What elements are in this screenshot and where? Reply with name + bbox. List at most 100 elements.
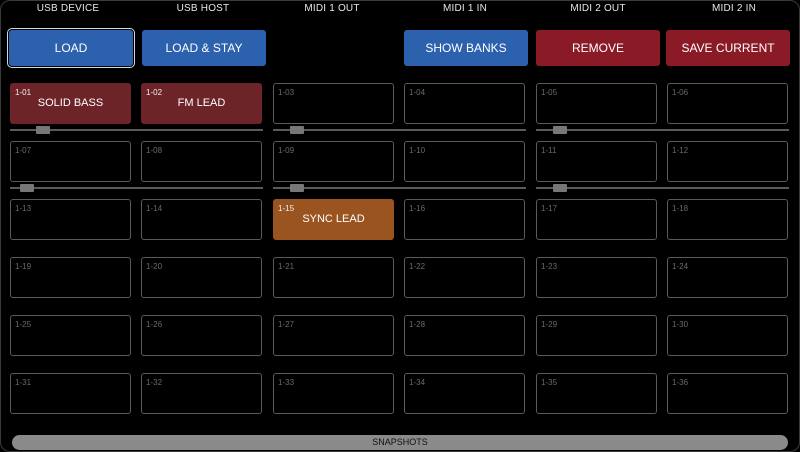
snapshot-slot-1-36[interactable]: 1-36 bbox=[667, 373, 788, 414]
snapshots-bar[interactable]: SNAPSHOTS bbox=[12, 435, 788, 450]
snapshot-slot-1-30[interactable]: 1-30 bbox=[667, 315, 788, 356]
slot-number: 1-18 bbox=[672, 204, 689, 213]
snapshot-slot-1-23[interactable]: 1-23 bbox=[536, 257, 657, 298]
slot-number: 1-24 bbox=[672, 262, 689, 271]
slot-number: 1-36 bbox=[672, 378, 689, 387]
slider-track bbox=[273, 187, 526, 189]
slider-thumb[interactable] bbox=[553, 126, 567, 134]
port-label-midi-2-out: MIDI 2 OUT bbox=[570, 3, 626, 14]
slot-name: FM LEAD bbox=[177, 97, 226, 109]
snapshot-slot-1-31[interactable]: 1-31 bbox=[10, 373, 131, 414]
port-label-midi-1-in: MIDI 1 IN bbox=[442, 3, 488, 14]
snapshot-slot-1-26[interactable]: 1-26 bbox=[141, 315, 262, 356]
slot-number: 1-08 bbox=[146, 146, 163, 155]
show-banks-button[interactable]: SHOW BANKS bbox=[404, 30, 528, 66]
snapshot-slot-1-20[interactable]: 1-20 bbox=[141, 257, 262, 298]
slot-number: 1-07 bbox=[15, 146, 32, 155]
snapshot-slot-1-06[interactable]: 1-06 bbox=[667, 83, 788, 124]
level-slider[interactable] bbox=[273, 183, 526, 193]
snapshot-slot-1-07[interactable]: 1-07 bbox=[10, 141, 131, 182]
snapshot-slot-1-10[interactable]: 1-10 bbox=[404, 141, 525, 182]
level-slider[interactable] bbox=[536, 125, 789, 135]
snapshot-slot-1-11[interactable]: 1-11 bbox=[536, 141, 657, 182]
port-label-midi-2-in: MIDI 2 IN bbox=[711, 3, 757, 14]
snapshot-slot-1-25[interactable]: 1-25 bbox=[10, 315, 131, 356]
snapshot-slot-1-32[interactable]: 1-32 bbox=[141, 373, 262, 414]
slot-number: 1-13 bbox=[15, 204, 32, 213]
snapshot-slot-1-18[interactable]: 1-18 bbox=[667, 199, 788, 240]
snapshot-slot-1-16[interactable]: 1-16 bbox=[404, 199, 525, 240]
slot-number: 1-27 bbox=[278, 320, 295, 329]
snapshot-slot-1-05[interactable]: 1-05 bbox=[536, 83, 657, 124]
slot-number: 1-19 bbox=[15, 262, 32, 271]
slot-number: 1-09 bbox=[278, 146, 295, 155]
slot-number: 1-21 bbox=[278, 262, 295, 271]
snapshot-slot-1-08[interactable]: 1-08 bbox=[141, 141, 262, 182]
snapshot-slot-1-04[interactable]: 1-04 bbox=[404, 83, 525, 124]
snapshot-slot-1-28[interactable]: 1-28 bbox=[404, 315, 525, 356]
slot-number: 1-06 bbox=[672, 88, 689, 97]
snapshot-slot-1-22[interactable]: 1-22 bbox=[404, 257, 525, 298]
snapshot-slot-1-19[interactable]: 1-19 bbox=[10, 257, 131, 298]
slot-number: 1-33 bbox=[278, 378, 295, 387]
slider-track bbox=[10, 187, 263, 189]
load-button[interactable]: LOAD bbox=[9, 30, 133, 66]
port-header: USB DEVICE USB HOST MIDI 1 OUT MIDI 1 IN… bbox=[0, 3, 800, 17]
slot-number: 1-35 bbox=[541, 378, 558, 387]
slot-number: 1-10 bbox=[409, 146, 426, 155]
slot-number: 1-28 bbox=[409, 320, 426, 329]
snapshot-slot-1-24[interactable]: 1-24 bbox=[667, 257, 788, 298]
level-slider[interactable] bbox=[10, 125, 263, 135]
snapshot-slot-1-12[interactable]: 1-12 bbox=[667, 141, 788, 182]
snapshot-slot-1-09[interactable]: 1-09 bbox=[273, 141, 394, 182]
slot-number: 1-14 bbox=[146, 204, 163, 213]
slot-number: 1-15 bbox=[278, 204, 295, 213]
port-label-usb-host: USB HOST bbox=[176, 3, 230, 14]
snapshot-slot-1-29[interactable]: 1-29 bbox=[536, 315, 657, 356]
port-label-usb-device: USB DEVICE bbox=[36, 3, 100, 14]
snapshot-slot-1-01[interactable]: 1-01 SOLID BASS bbox=[10, 83, 131, 124]
slot-number: 1-03 bbox=[278, 88, 295, 97]
slot-number: 1-32 bbox=[146, 378, 163, 387]
snapshot-slot-1-13[interactable]: 1-13 bbox=[10, 199, 131, 240]
snapshot-slot-1-15[interactable]: 1-15 SYNC LEAD bbox=[273, 199, 394, 240]
slot-number: 1-12 bbox=[672, 146, 689, 155]
slot-number: 1-30 bbox=[672, 320, 689, 329]
slot-number: 1-26 bbox=[146, 320, 163, 329]
snapshot-slot-1-02[interactable]: 1-02 FM LEAD bbox=[141, 83, 262, 124]
slot-name: SYNC LEAD bbox=[302, 213, 365, 225]
save-current-button[interactable]: SAVE CURRENT bbox=[666, 30, 790, 66]
snapshot-slot-1-21[interactable]: 1-21 bbox=[273, 257, 394, 298]
remove-button[interactable]: REMOVE bbox=[536, 30, 660, 66]
load-stay-button[interactable]: LOAD & STAY bbox=[142, 30, 266, 66]
slot-name: SOLID BASS bbox=[37, 97, 104, 109]
slider-track bbox=[536, 129, 789, 131]
slider-thumb[interactable] bbox=[553, 184, 567, 192]
slot-number: 1-34 bbox=[409, 378, 426, 387]
snapshot-slot-1-17[interactable]: 1-17 bbox=[536, 199, 657, 240]
slider-thumb[interactable] bbox=[290, 126, 304, 134]
slot-number: 1-20 bbox=[146, 262, 163, 271]
slider-track bbox=[273, 129, 526, 131]
slider-thumb[interactable] bbox=[290, 184, 304, 192]
slot-number: 1-04 bbox=[409, 88, 426, 97]
snapshot-slot-1-33[interactable]: 1-33 bbox=[273, 373, 394, 414]
slot-number: 1-29 bbox=[541, 320, 558, 329]
slider-track bbox=[536, 187, 789, 189]
slot-number: 1-25 bbox=[15, 320, 32, 329]
level-slider[interactable] bbox=[273, 125, 526, 135]
level-slider[interactable] bbox=[10, 183, 263, 193]
slider-thumb[interactable] bbox=[36, 126, 50, 134]
slot-number: 1-23 bbox=[541, 262, 558, 271]
snapshot-slot-1-27[interactable]: 1-27 bbox=[273, 315, 394, 356]
snapshot-slot-1-03[interactable]: 1-03 bbox=[273, 83, 394, 124]
slot-number: 1-31 bbox=[15, 378, 32, 387]
snapshot-slot-1-34[interactable]: 1-34 bbox=[404, 373, 525, 414]
slot-number: 1-22 bbox=[409, 262, 426, 271]
level-slider[interactable] bbox=[536, 183, 789, 193]
snapshot-slot-1-35[interactable]: 1-35 bbox=[536, 373, 657, 414]
slot-number: 1-17 bbox=[541, 204, 558, 213]
slider-thumb[interactable] bbox=[20, 184, 34, 192]
slot-number: 1-05 bbox=[541, 88, 558, 97]
snapshot-slot-1-14[interactable]: 1-14 bbox=[141, 199, 262, 240]
